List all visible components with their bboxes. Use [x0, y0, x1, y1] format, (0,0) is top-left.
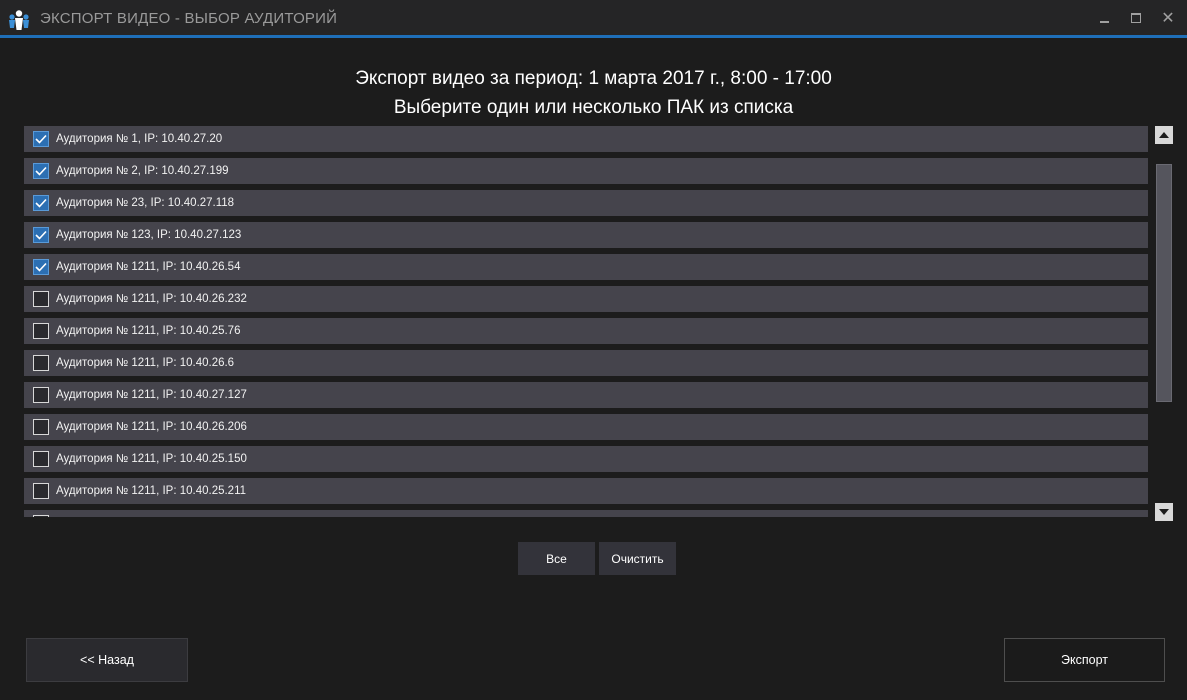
list-item-label: Аудитория № 1211, IP: 10.40.25.150 — [56, 453, 247, 465]
list-item[interactable]: Аудитория № 123, IP: 10.40.27.123 — [24, 222, 1148, 248]
window-title: ЭКСПОРТ ВИДЕО - ВЫБОР АУДИТОРИЙ — [40, 10, 338, 27]
maximize-icon — [1131, 13, 1141, 23]
checkbox[interactable] — [33, 291, 49, 307]
classroom-list[interactable]: Аудитория № 1, IP: 10.40.27.20 Аудитория … — [24, 126, 1148, 517]
checkmark-icon — [35, 262, 47, 272]
clear-button[interactable]: Очистить — [599, 542, 676, 575]
list-item-label: Аудитория № 123, IP: 10.40.27.123 — [56, 229, 242, 241]
list-item-label: Аудитория № 1211, IP: 10.40.25.76 — [56, 325, 241, 337]
scroll-down-button[interactable] — [1155, 503, 1173, 521]
checkbox[interactable] — [33, 387, 49, 403]
back-button[interactable]: << Назад — [26, 638, 188, 682]
title-bar[interactable]: ЭКСПОРТ ВИДЕО - ВЫБОР АУДИТОРИЙ ✕ — [0, 0, 1187, 38]
checkbox[interactable] — [33, 515, 49, 517]
export-period-title: Экспорт видео за период: 1 марта 2017 г.… — [355, 68, 832, 89]
checkmark-icon — [35, 230, 47, 240]
list-item-label: Аудитория № 1, IP: 10.40.27.20 — [56, 133, 223, 145]
checkbox[interactable] — [33, 355, 49, 371]
checkbox[interactable] — [33, 419, 49, 435]
selection-instruction: Выберите один или несколько ПАК из списк… — [393, 97, 794, 118]
people-logo-icon — [9, 10, 29, 30]
list-item-label: Аудитория № 1211, IP: 10.40.26.54 — [56, 261, 241, 273]
checkbox[interactable] — [33, 323, 49, 339]
checkbox[interactable] — [33, 227, 49, 243]
list-item[interactable]: Аудитория № 23, IP: 10.40.27.118 — [24, 190, 1148, 216]
list-item[interactable]: Аудитория № 1211, IP: 10.40.25.150 — [24, 446, 1148, 472]
close-button[interactable]: ✕ — [1156, 8, 1180, 28]
list-item-label: Аудитория № 2, IP: 10.40.27.199 — [56, 165, 229, 177]
list-item[interactable]: Аудитория № 1211, IP: 10.40.26.232 — [24, 286, 1148, 312]
list-item[interactable]: Аудитория № 1211, IP: 10.40.26.6 — [24, 350, 1148, 376]
list-item[interactable] — [24, 510, 1148, 517]
list-item[interactable]: Аудитория № 1, IP: 10.40.27.20 — [24, 126, 1148, 152]
checkbox[interactable] — [33, 483, 49, 499]
select-all-button[interactable]: Все — [518, 542, 595, 575]
list-item-label: Аудитория № 1211, IP: 10.40.26.206 — [56, 421, 247, 433]
list-item[interactable]: Аудитория № 1211, IP: 10.40.27.127 — [24, 382, 1148, 408]
arrow-down-icon — [1159, 509, 1169, 515]
close-icon: ✕ — [1161, 10, 1175, 27]
minimize-button[interactable] — [1092, 8, 1116, 28]
page-header: Экспорт видео за период: 1 марта 2017 г.… — [0, 64, 1187, 122]
checkbox[interactable] — [33, 131, 49, 147]
arrow-up-icon — [1159, 132, 1169, 138]
list-item-label: Аудитория № 1211, IP: 10.40.27.127 — [56, 389, 247, 401]
list-scrollbar[interactable] — [1155, 126, 1173, 521]
list-item[interactable]: Аудитория № 2, IP: 10.40.27.199 — [24, 158, 1148, 184]
list-item-label: Аудитория № 23, IP: 10.40.27.118 — [56, 197, 235, 209]
checkmark-icon — [35, 198, 47, 208]
checkbox[interactable] — [33, 163, 49, 179]
list-item[interactable]: Аудитория № 1211, IP: 10.40.25.76 — [24, 318, 1148, 344]
checkmark-icon — [35, 134, 47, 144]
minimize-icon — [1099, 21, 1109, 23]
list-item-label: Аудитория № 1211, IP: 10.40.25.211 — [56, 485, 247, 497]
list-item[interactable]: Аудитория № 1211, IP: 10.40.26.206 — [24, 414, 1148, 440]
list-item[interactable]: Аудитория № 1211, IP: 10.40.25.211 — [24, 478, 1148, 504]
checkmark-icon — [35, 166, 47, 176]
list-item-label: Аудитория № 1211, IP: 10.40.26.232 — [56, 293, 247, 305]
scroll-up-button[interactable] — [1155, 126, 1173, 144]
list-item-label: Аудитория № 1211, IP: 10.40.26.6 — [56, 357, 235, 369]
checkbox[interactable] — [33, 451, 49, 467]
export-video-window: ЭКСПОРТ ВИДЕО - ВЫБОР АУДИТОРИЙ ✕ Экспор… — [0, 0, 1187, 700]
maximize-button[interactable] — [1124, 8, 1148, 28]
export-button[interactable]: Экспорт — [1004, 638, 1165, 682]
checkbox[interactable] — [33, 195, 49, 211]
list-item[interactable]: Аудитория № 1211, IP: 10.40.26.54 — [24, 254, 1148, 280]
scroll-thumb[interactable] — [1156, 164, 1172, 402]
checkbox[interactable] — [33, 259, 49, 275]
